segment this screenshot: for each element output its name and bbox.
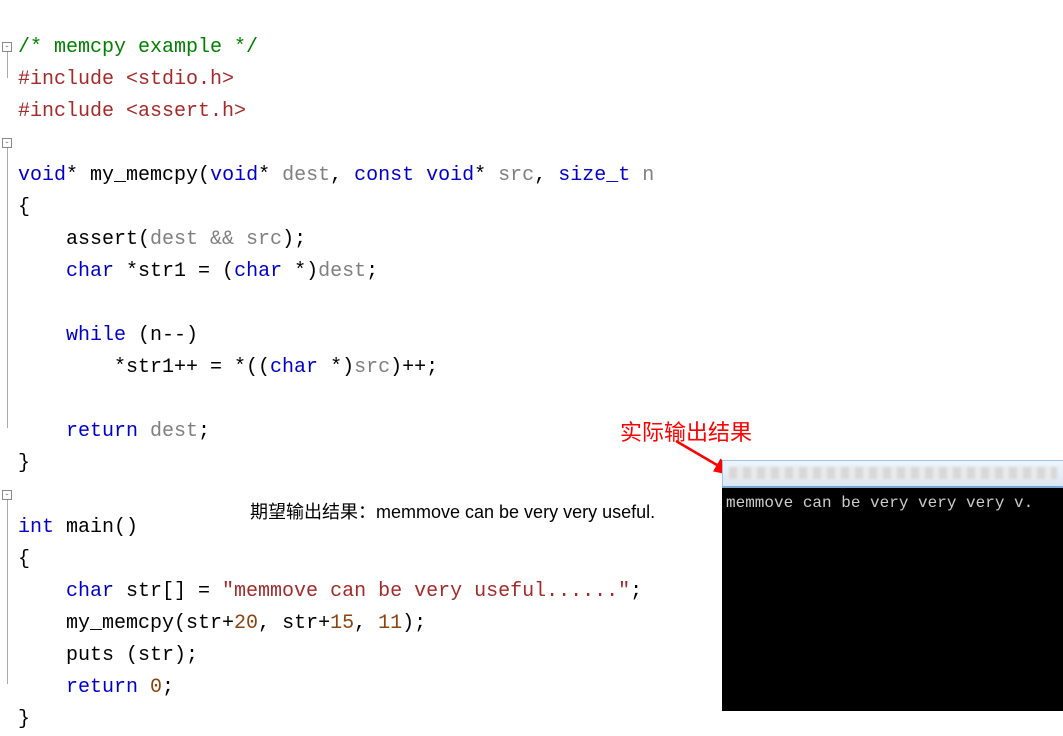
code-comment: /* memcpy example */ (18, 36, 258, 59)
console-window: memmove can be very very very v. (722, 486, 1063, 711)
expected-value: memmove can be very very useful. (376, 502, 655, 522)
console-output: memmove can be very very very v. (726, 494, 1059, 512)
console-titlebar (722, 460, 1063, 486)
preprocessor: #include (18, 100, 126, 123)
expected-label: 期望输出结果： (250, 502, 376, 522)
actual-output-label: 实际输出结果 (620, 415, 752, 447)
expected-output-note: 期望输出结果：memmove can be very very useful. (250, 498, 655, 524)
preprocessor: #include (18, 68, 126, 91)
